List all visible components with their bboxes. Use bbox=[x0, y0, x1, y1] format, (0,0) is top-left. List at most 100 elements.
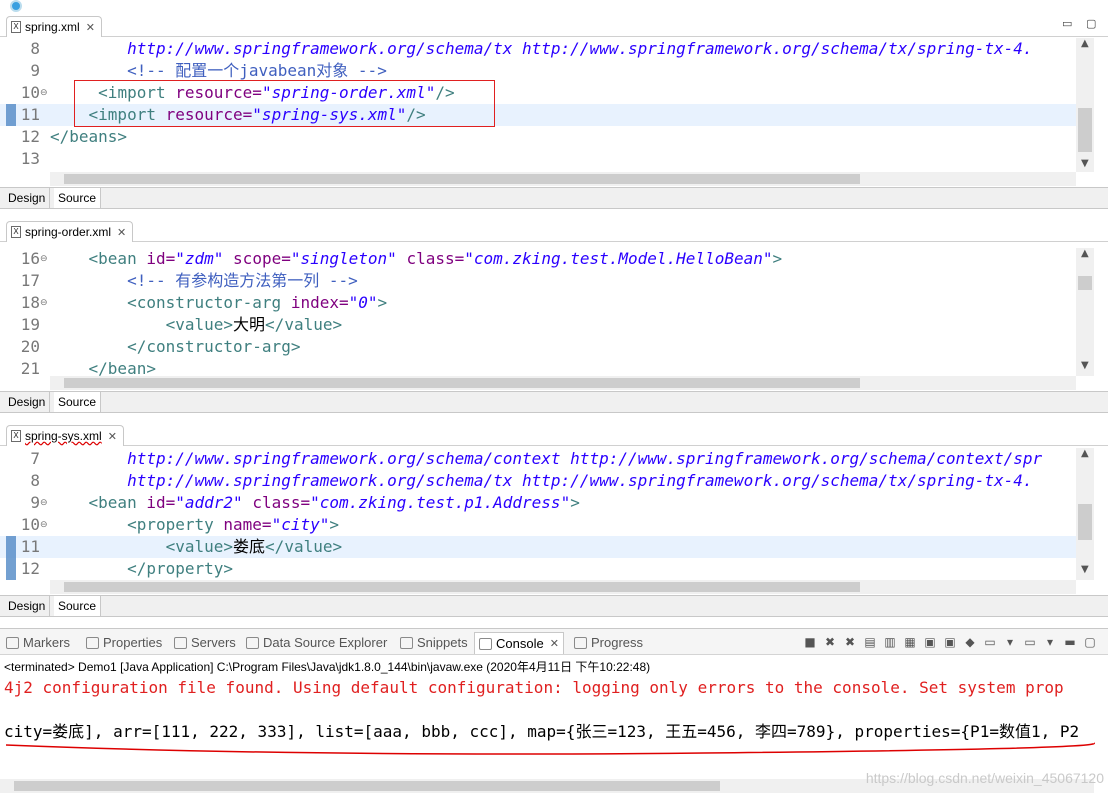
vertical-scrollbar[interactable]: ▲ ▼ bbox=[1076, 248, 1094, 376]
tab-label: Progress bbox=[591, 635, 644, 650]
clear-console-icon[interactable]: ▤ bbox=[862, 634, 878, 650]
tab-design[interactable]: Design bbox=[4, 596, 51, 616]
code-line[interactable]: 16 ⊖ <bean id="zdm" scope="singleton" cla… bbox=[0, 248, 1076, 270]
code-line[interactable]: 12 </property> bbox=[0, 558, 1076, 580]
code-line[interactable]: 18 ⊖ <constructor-arg index="0"> bbox=[0, 292, 1076, 314]
line-number: 10 bbox=[20, 83, 40, 102]
tab-label: Console bbox=[496, 635, 544, 651]
tab-source[interactable]: Source bbox=[54, 596, 102, 616]
horizontal-scrollbar[interactable] bbox=[50, 580, 1076, 594]
open-console-icon[interactable]: ▭ bbox=[1022, 634, 1038, 650]
scroll-thumb[interactable] bbox=[64, 174, 860, 184]
scroll-down-arrow-icon[interactable]: ▼ bbox=[1081, 158, 1089, 169]
code-line[interactable]: 19 <value>大明</value> bbox=[0, 314, 1076, 336]
scroll-thumb[interactable] bbox=[64, 582, 860, 592]
snippets-icon bbox=[400, 637, 413, 649]
horizontal-scrollbar[interactable] bbox=[50, 172, 1076, 186]
remove-launch-icon[interactable]: ✖ bbox=[822, 634, 838, 650]
tab-spring-xml[interactable]: X spring.xml ✕ bbox=[6, 16, 102, 37]
display-console-icon[interactable]: ▭ bbox=[982, 634, 998, 650]
scroll-lock-icon[interactable]: ▥ bbox=[882, 634, 898, 650]
tab-snippets[interactable]: Snippets bbox=[400, 632, 468, 654]
tab-spring-order-xml[interactable]: X spring-order.xml ✕ bbox=[6, 221, 134, 242]
vertical-scrollbar[interactable]: ▲ ▼ bbox=[1076, 448, 1094, 580]
code-line[interactable]: 20 </constructor-arg> bbox=[0, 336, 1076, 358]
scroll-down-arrow-icon[interactable]: ▼ bbox=[1081, 360, 1089, 371]
tab-console[interactable]: Console ✕ bbox=[474, 632, 564, 654]
code-token: "com.zking.test.p1.Address" bbox=[310, 493, 571, 512]
line-number: 9 bbox=[30, 493, 40, 512]
code-area[interactable]: 7 http://www.springframework.org/schema/… bbox=[0, 448, 1076, 580]
code-line[interactable]: 12 </beans> bbox=[0, 126, 1076, 148]
code-token: http://www.springframework.org/schema/tx… bbox=[127, 39, 1033, 58]
code-text: http://www.springframework.org/schema/tx… bbox=[50, 38, 1033, 60]
code-line[interactable]: 11 <value>娄底</value> bbox=[0, 536, 1076, 558]
line-number: 21 bbox=[20, 359, 40, 376]
maximize-icon[interactable]: ▢ bbox=[1082, 634, 1098, 650]
minimize-icon[interactable]: ▭ bbox=[1062, 17, 1072, 30]
scroll-up-arrow-icon[interactable]: ▲ bbox=[1081, 248, 1089, 259]
code-line[interactable]: 7 http://www.springframework.org/schema/… bbox=[0, 448, 1076, 470]
pin-console-icon[interactable]: ◆ bbox=[962, 634, 978, 650]
scroll-thumb[interactable] bbox=[1078, 504, 1092, 540]
close-icon[interactable]: ✕ bbox=[550, 633, 559, 655]
tab-design[interactable]: Design bbox=[4, 392, 51, 412]
tab-data-source-explorer[interactable]: Data Source Explorer bbox=[246, 632, 387, 654]
tab-progress[interactable]: Progress bbox=[574, 632, 643, 654]
scroll-thumb[interactable] bbox=[1078, 108, 1092, 152]
code-text: http://www.springframework.org/schema/co… bbox=[50, 448, 1042, 470]
scroll-thumb[interactable] bbox=[64, 378, 860, 388]
close-icon[interactable]: ✕ bbox=[108, 430, 117, 443]
tab-source[interactable]: Source bbox=[54, 392, 102, 412]
tab-properties[interactable]: Properties bbox=[86, 632, 162, 654]
code-line[interactable]: 21 </bean> bbox=[0, 358, 1076, 376]
tab-design[interactable]: Design bbox=[4, 188, 51, 208]
code-line[interactable]: 10 ⊖ <property name="city"> bbox=[0, 514, 1076, 536]
fold-icon[interactable]: ⊖ bbox=[40, 248, 48, 270]
show-on-error-icon[interactable]: ▣ bbox=[942, 634, 958, 650]
code-line[interactable]: 8 http://www.springframework.org/schema/… bbox=[0, 470, 1076, 492]
code-line[interactable]: 13 bbox=[0, 148, 1076, 170]
maximize-icon[interactable]: ▢ bbox=[1086, 17, 1096, 30]
line-number: 8 bbox=[30, 471, 40, 490]
line-number: 11 bbox=[20, 537, 40, 556]
code-line[interactable]: 9 ⊖ <bean id="addr2" class="com.zking.tes… bbox=[0, 492, 1076, 514]
scroll-up-arrow-icon[interactable]: ▲ bbox=[1081, 38, 1089, 49]
horizontal-scrollbar[interactable] bbox=[50, 376, 1076, 390]
tab-servers[interactable]: Servers bbox=[174, 632, 236, 654]
close-icon[interactable]: ✕ bbox=[86, 21, 95, 34]
underline-annotation bbox=[5, 742, 1095, 755]
code-text: <!-- 配置一个javabean对象 --> bbox=[50, 60, 387, 82]
code-line[interactable]: 17 <!-- 有参构造方法第一列 --> bbox=[0, 270, 1076, 292]
fold-icon[interactable]: ⊖ bbox=[40, 292, 48, 314]
word-wrap-icon[interactable]: ▦ bbox=[902, 634, 918, 650]
remove-all-icon[interactable]: ✖ bbox=[842, 634, 858, 650]
close-icon[interactable]: ✕ bbox=[117, 226, 126, 239]
fold-icon[interactable]: ⊖ bbox=[40, 82, 48, 104]
minimize-icon[interactable]: ▬ bbox=[1062, 634, 1078, 650]
scroll-thumb[interactable] bbox=[1078, 276, 1092, 290]
show-on-output-icon[interactable]: ▣ bbox=[922, 634, 938, 650]
tab-source[interactable]: Source bbox=[54, 188, 102, 208]
scroll-up-arrow-icon[interactable]: ▲ bbox=[1081, 448, 1089, 459]
chevron-down-icon[interactable]: ▾ bbox=[1002, 634, 1018, 650]
code-area[interactable]: 16 ⊖ <bean id="zdm" scope="singleton" cla… bbox=[0, 248, 1076, 376]
fold-icon[interactable]: ⊖ bbox=[40, 514, 48, 536]
code-line[interactable]: 9 <!-- 配置一个javabean对象 --> bbox=[0, 60, 1076, 82]
chevron-down-icon[interactable]: ▾ bbox=[1042, 634, 1058, 650]
terminate-icon[interactable]: ■ bbox=[802, 634, 818, 650]
tab-markers[interactable]: Markers bbox=[6, 632, 70, 654]
fold-icon[interactable]: ⊖ bbox=[40, 492, 48, 514]
tab-spring-sys-xml[interactable]: X spring-sys.xml ✕ bbox=[6, 425, 124, 446]
code-line[interactable]: 8 http://www.springframework.org/schema/… bbox=[0, 38, 1076, 60]
scroll-thumb[interactable] bbox=[14, 781, 720, 791]
code-token: "addr2" bbox=[175, 493, 243, 512]
code-token: </constructor-arg> bbox=[127, 337, 301, 356]
vertical-scrollbar[interactable]: ▲ ▼ bbox=[1076, 38, 1094, 172]
scroll-down-arrow-icon[interactable]: ▼ bbox=[1081, 564, 1089, 575]
